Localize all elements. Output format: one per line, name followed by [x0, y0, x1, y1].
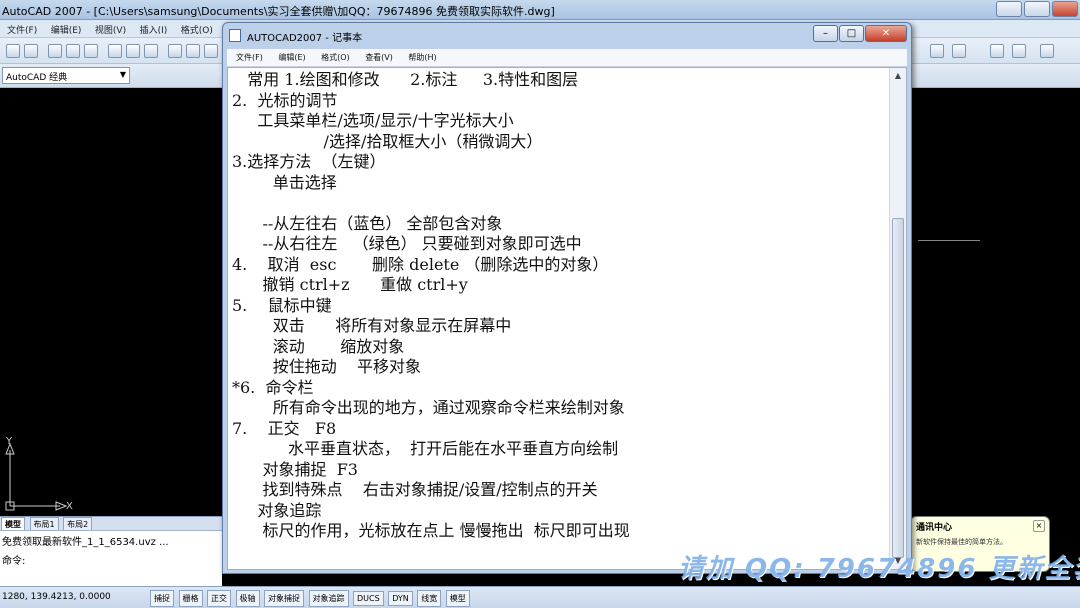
- publish-icon[interactable]: [84, 44, 98, 58]
- zoom-icon[interactable]: [1012, 44, 1026, 58]
- autocad-menu-file[interactable]: 文件(F): [4, 23, 40, 36]
- command-history-line: 免费领取最新软件_1_1_6534.uvz ...: [2, 537, 169, 548]
- status-lineweight[interactable]: 线宽: [417, 590, 442, 607]
- status-dyn[interactable]: DYN: [388, 591, 413, 606]
- status-toggle-group: 捕捉 栅格 正交 极轴 对象捕捉 对象追踪 DUCS DYN 线宽 模型: [150, 590, 471, 607]
- scroll-up-icon[interactable]: ▲: [891, 69, 905, 83]
- autocad-minimize-button[interactable]: [996, 1, 1022, 17]
- text-line: 3.选择方法 （左键）: [232, 152, 386, 171]
- save-icon[interactable]: [24, 44, 38, 58]
- notepad-window-controls: – □ ✕: [812, 25, 907, 43]
- text-line: 2. 光标的调节: [232, 90, 338, 110]
- redo-icon[interactable]: [204, 44, 218, 58]
- match-properties-icon[interactable]: [168, 44, 182, 58]
- text-line: /选择/拾取框大小（稍微调大）: [232, 131, 543, 151]
- status-ducs[interactable]: DUCS: [353, 591, 384, 606]
- text-line: 按住拖动 平移对象: [232, 357, 422, 376]
- autocad-menu-format[interactable]: 格式(O): [178, 23, 216, 36]
- coordinate-readout: 1280, 139.4213, 0.0000: [2, 592, 111, 602]
- text-line: *6. 命令栏: [232, 377, 314, 397]
- status-grid[interactable]: 栅格: [178, 590, 203, 607]
- autocad-statusbar: 1280, 139.4213, 0.0000 捕捉 栅格 正交 极轴 对象捕捉 …: [0, 586, 1080, 608]
- autocad-close-button[interactable]: [1052, 1, 1078, 17]
- watermark-text: 请加 QQ: 79674896 更新全套: [678, 554, 1080, 584]
- menu-format[interactable]: 格式(O): [318, 52, 353, 63]
- minimize-button[interactable]: –: [813, 25, 838, 42]
- text-line: 对象追踪: [232, 500, 322, 520]
- bubble-title: 通讯中心: [916, 523, 953, 533]
- text-line: 双击 将所有对象显示在屏幕中: [232, 316, 512, 335]
- new-file-icon[interactable]: [6, 44, 20, 58]
- workspace-select[interactable]: AutoCAD 经典 ▼: [2, 67, 130, 84]
- autocad-window-controls: [994, 1, 1078, 18]
- text-line: 找到特殊点 右击对象捕捉/设置/控制点的开关: [232, 480, 598, 499]
- text-line: 单击选择: [232, 172, 337, 192]
- text-line: 工具菜单栏/选项/显示/十字光标大小: [232, 111, 514, 130]
- notepad-title: AUTOCAD2007 - 记事本: [247, 33, 363, 44]
- text-line: 7. 正交 F8: [232, 418, 337, 438]
- text-line: --从左往右（蓝色） 全部包含对象: [232, 213, 503, 233]
- command-prompt[interactable]: 命令:: [0, 550, 222, 569]
- text-line: 标尺的作用，光标放在点上 慢慢拖出 标尺即可出现: [232, 521, 630, 540]
- layout-tabs: 模型 布局1 布局2: [0, 516, 222, 532]
- cut-icon[interactable]: [108, 44, 122, 58]
- ucs-icon: Y X: [5, 436, 73, 512]
- text-line: 撤销 ctrl+z 重做 ctrl+y: [232, 275, 468, 294]
- properties-icon[interactable]: [952, 44, 966, 58]
- print-icon[interactable]: [48, 44, 62, 58]
- preview-icon[interactable]: [66, 44, 80, 58]
- scrollbar-thumb[interactable]: [892, 218, 904, 558]
- autocad-menu-view[interactable]: 视图(V): [92, 23, 129, 36]
- notepad-text-area[interactable]: 常用 1.绘图和修改 2.标注 3.特性和图层 2. 光标的调节 工具菜单栏/选…: [227, 67, 907, 570]
- notepad-titlebar[interactable]: AUTOCAD2007 - 记事本 – □ ✕: [223, 23, 911, 49]
- notepad-menubar: 文件(F) 编辑(E) 格式(O) 查看(V) 帮助(H): [227, 49, 907, 67]
- autocad-maximize-button[interactable]: [1024, 1, 1050, 17]
- status-snap[interactable]: 捕捉: [150, 590, 174, 607]
- text-line: --从右往左 （绿色） 只要碰到对象即可选中: [232, 234, 582, 253]
- close-icon[interactable]: ×: [1033, 520, 1045, 532]
- autocad-titlebar: AutoCAD 2007 - [C:\Users\samsung\Documen…: [0, 0, 1080, 20]
- notepad-content: 常用 1.绘图和修改 2.标注 3.特性和图层 2. 光标的调节 工具菜单栏/选…: [232, 70, 892, 542]
- bubble-body: 新软件保持最佳的简单方法。: [916, 538, 1007, 546]
- ucs-x-label: X: [66, 501, 73, 512]
- crosshair-line: [918, 240, 980, 241]
- vertical-scrollbar[interactable]: ▲ ▼: [889, 68, 906, 569]
- text-line: 滚动 缩放对象: [232, 336, 405, 356]
- notepad-icon: [229, 29, 241, 42]
- paste-icon[interactable]: [144, 44, 158, 58]
- text-line: 所有命令出现的地方，通过观察命令栏来绘制对象: [232, 398, 625, 417]
- pan-icon[interactable]: [990, 44, 1004, 58]
- text-line: 常用 1.绘图和修改 2.标注 3.特性和图层: [232, 70, 579, 89]
- workspace-value: AutoCAD 经典: [6, 73, 68, 83]
- menu-help[interactable]: 帮助(H): [405, 52, 439, 63]
- menu-view[interactable]: 查看(V): [362, 52, 396, 63]
- menu-edit[interactable]: 编辑(E): [275, 52, 308, 63]
- autocad-title-text: AutoCAD 2007 - [C:\Users\samsung\Documen…: [2, 5, 555, 18]
- autocad-menu-edit[interactable]: 编辑(E): [48, 23, 85, 36]
- text-line: [232, 193, 892, 214]
- command-window[interactable]: 免费领取最新软件_1_1_6534.uvz ... 命令:: [0, 530, 222, 586]
- status-osnap[interactable]: 对象捕捉: [264, 590, 304, 607]
- text-line: 5. 鼠标中键: [232, 295, 332, 315]
- status-model[interactable]: 模型: [445, 590, 470, 607]
- layer-icon[interactable]: [930, 44, 944, 58]
- text-line: 4. 取消 esc 删除 delete （删除选中的对象）: [232, 254, 609, 274]
- text-line: 对象捕捉 F3: [232, 459, 358, 479]
- status-ortho[interactable]: 正交: [207, 590, 231, 607]
- help-icon[interactable]: [1040, 44, 1054, 58]
- copy-icon[interactable]: [126, 44, 140, 58]
- notepad-window: AUTOCAD2007 - 记事本 – □ ✕ 文件(F) 编辑(E) 格式(O…: [222, 22, 912, 574]
- autocad-menu-insert[interactable]: 插入(I): [137, 23, 171, 36]
- status-otrack[interactable]: 对象追踪: [308, 590, 349, 607]
- status-polar[interactable]: 极轴: [235, 590, 260, 607]
- close-button[interactable]: ✕: [865, 25, 907, 42]
- text-line: 水平垂直状态， 打开后能在水平垂直方向绘制: [232, 439, 619, 458]
- maximize-button[interactable]: □: [839, 25, 864, 42]
- undo-icon[interactable]: [186, 44, 200, 58]
- chevron-down-icon: ▼: [119, 70, 126, 79]
- menu-file[interactable]: 文件(F): [233, 52, 266, 63]
- ucs-y-label: Y: [5, 436, 13, 447]
